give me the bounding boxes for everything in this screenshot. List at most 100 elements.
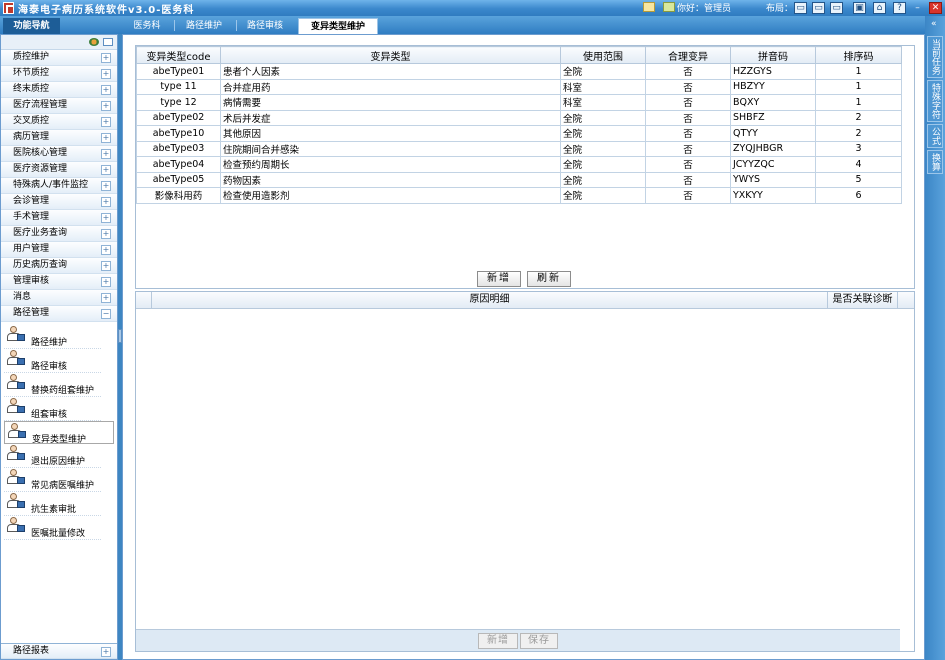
column-header[interactable]: 合理变异	[645, 46, 731, 64]
cell-sort: 2	[815, 125, 902, 142]
cell-reasonable: 否	[645, 78, 731, 95]
expand-icon[interactable]: +	[101, 181, 111, 191]
column-header[interactable]: 是否关联诊断	[828, 292, 898, 309]
help-icon[interactable]: ?	[893, 2, 906, 14]
menu-item-path-report[interactable]: 路径报表 +	[1, 643, 117, 659]
menu-item[interactable]: 手术管理 +	[1, 210, 117, 226]
table-row[interactable]: 影像科用药 检查使用造影剂 全院否 YXKYY 6	[136, 187, 902, 204]
menu-item[interactable]: 历史病历查询 +	[1, 258, 117, 274]
table-row[interactable]: abeType05 药物因素 全院否 YWYS 5	[136, 171, 902, 188]
messages-icon[interactable]	[643, 2, 655, 12]
collapse-icon[interactable]: −	[101, 309, 111, 319]
menu-item[interactable]: 消息 +	[1, 290, 117, 306]
menu-item[interactable]: 用户管理 +	[1, 242, 117, 258]
expand-icon[interactable]: +	[101, 101, 111, 111]
expand-icon[interactable]: +	[101, 245, 111, 255]
refresh-button[interactable]: 刷新	[527, 271, 571, 287]
minimize-icon[interactable]: –	[911, 2, 924, 14]
close-icon[interactable]: ✕	[929, 2, 942, 14]
submenu-item[interactable]: 路径维护	[4, 325, 101, 349]
table-row[interactable]: abeType04 检查预约周期长 全院否 JCYYZQC 4	[136, 156, 902, 173]
submenu-item[interactable]: 路径审核	[4, 349, 101, 373]
tab-special-chars[interactable]: 特殊字符	[927, 80, 943, 122]
layout-split-icon[interactable]: ▭	[812, 2, 825, 14]
column-header[interactable]: 原因明细	[152, 292, 828, 309]
submenu-item[interactable]: 医嘱批量修改	[4, 516, 101, 540]
expand-icon[interactable]: +	[101, 197, 111, 207]
column-header[interactable]: 使用范围	[560, 46, 646, 64]
cell-scope: 全院	[560, 125, 646, 142]
menu-item[interactable]: 特殊病人/事件监控 +	[1, 178, 117, 194]
menu-item[interactable]: 环节质控 +	[1, 66, 117, 82]
home-icon[interactable]: ⌂	[873, 2, 886, 14]
layout-full-icon[interactable]: ▭	[830, 2, 843, 14]
submenu-item-label: 路径审核	[31, 362, 68, 372]
add-button[interactable]: 新增	[477, 271, 521, 287]
submenu-item[interactable]: 替换药组套维护	[4, 373, 101, 397]
menu-item[interactable]: 医疗流程管理 +	[1, 98, 117, 114]
cell-code: abeType03	[136, 140, 221, 157]
submenu-item[interactable]: 退出原因维护	[4, 444, 101, 468]
table-row[interactable]: abeType10 其他原因 全院否 QTYY 2	[136, 125, 902, 142]
tab-yiwuke[interactable]: 医务科	[122, 18, 172, 34]
cell-scope: 科室	[560, 78, 646, 95]
expand-icon[interactable]: +	[101, 277, 111, 287]
save-detail-button[interactable]: 保存	[520, 633, 558, 649]
cell-code: abeType04	[136, 156, 221, 173]
expand-icon[interactable]: +	[101, 117, 111, 127]
expand-icon[interactable]: +	[101, 293, 111, 303]
table-row[interactable]: abeType03 住院期间合并感染 全院否 ZYQJHBGR 3	[136, 140, 902, 157]
cell-type: 术后并发症	[220, 109, 561, 126]
layout-single-icon[interactable]: ▭	[794, 2, 807, 14]
add-detail-button[interactable]: 新增	[478, 633, 518, 649]
expand-icon[interactable]: +	[101, 53, 111, 63]
submenu-item-label: 退出原因维护	[31, 457, 86, 467]
collapse-panel-icon[interactable]: «	[931, 19, 937, 29]
tab-formula[interactable]: 公式	[927, 124, 943, 148]
submenu-item[interactable]: 常见病医嘱维护	[4, 468, 101, 492]
menu-item[interactable]: 质控维护 +	[1, 50, 117, 66]
tab-variation-type[interactable]: 变异类型维护	[298, 18, 378, 34]
menu-item[interactable]: 医疗资源管理 +	[1, 162, 117, 178]
expand-icon[interactable]: +	[101, 133, 111, 143]
tab-conversion[interactable]: 换算	[927, 150, 943, 174]
column-header[interactable]: 变异类型code	[136, 46, 221, 64]
column-header[interactable]: 变异类型	[220, 46, 561, 64]
expand-icon[interactable]: +	[101, 213, 111, 223]
menu-item[interactable]: 会诊管理 +	[1, 194, 117, 210]
theme-icon[interactable]	[89, 38, 99, 46]
expand-icon[interactable]: +	[101, 261, 111, 271]
app-logo-icon	[3, 2, 14, 14]
menu-item[interactable]: 管理审核 +	[1, 274, 117, 290]
submenu-item[interactable]: 组套审核	[4, 397, 101, 421]
menu-item[interactable]: 医疗业务查询 +	[1, 226, 117, 242]
doctor-icon	[6, 350, 25, 366]
table-row[interactable]: type 11 合并症用药 科室否 HBZYY 1	[136, 78, 902, 95]
table-row[interactable]: abeType02 术后并发症 全院否 SHBFZ 2	[136, 109, 902, 126]
expand-icon[interactable]: +	[101, 165, 111, 175]
lock-icon[interactable]: ▣	[853, 2, 866, 14]
cell-code: type 11	[136, 78, 221, 95]
menu-item[interactable]: 病历管理 +	[1, 130, 117, 146]
cell-scope: 全院	[560, 187, 646, 204]
menu-item[interactable]: 交叉质控 +	[1, 114, 117, 130]
table-row[interactable]: type 12 病情需要 科室否 BQXY 1	[136, 94, 902, 111]
menu-item-expanded[interactable]: 路径管理 −	[1, 306, 117, 322]
expand-icon[interactable]: +	[101, 85, 111, 95]
expand-icon[interactable]: +	[101, 149, 111, 159]
window-icon[interactable]	[103, 38, 113, 46]
column-header[interactable]: 排序码	[815, 46, 902, 64]
tab-path-review[interactable]: 路径审核	[238, 18, 292, 34]
submenu-item[interactable]: 抗生素审批	[4, 492, 101, 516]
menu-item[interactable]: 终末质控 +	[1, 82, 117, 98]
expand-icon[interactable]: +	[101, 229, 111, 239]
menu-item[interactable]: 医院核心管理 +	[1, 146, 117, 162]
table-row[interactable]: abeType01 患者个人因素 全院否 HZZGYS 1	[136, 63, 902, 80]
tab-current-task[interactable]: 当前任务	[927, 36, 943, 78]
expand-icon[interactable]: +	[101, 647, 111, 657]
sidebar: 质控维护 + 环节质控 + 终末质控 + 医疗流程管理 + 交叉质控 + 病历管理 + 医院…	[0, 34, 118, 660]
submenu-item-selected[interactable]: 变异类型维护	[4, 421, 114, 445]
column-header[interactable]: 拼音码	[730, 46, 816, 64]
tab-path-maintain[interactable]: 路径维护	[176, 18, 232, 34]
expand-icon[interactable]: +	[101, 69, 111, 79]
